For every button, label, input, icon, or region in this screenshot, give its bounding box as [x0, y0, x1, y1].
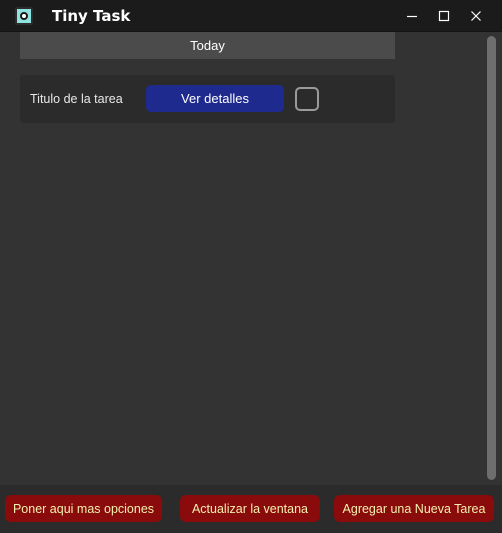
refresh-window-button[interactable]: Actualizar la ventana: [180, 495, 320, 522]
maximize-icon: [438, 10, 450, 22]
maximize-button[interactable]: [428, 0, 460, 32]
add-task-button[interactable]: Agregar una Nueva Tarea: [334, 495, 494, 522]
more-options-button[interactable]: Poner aqui mas opciones: [5, 495, 162, 522]
action-bar: Poner aqui mas opciones Actualizar la ve…: [0, 485, 502, 533]
scrollbar-thumb[interactable]: [487, 36, 496, 480]
vertical-scrollbar[interactable]: [485, 32, 498, 484]
view-details-button[interactable]: Ver detalles: [146, 85, 284, 112]
task-complete-checkbox[interactable]: [295, 87, 319, 111]
title-bar: Tiny Task: [0, 0, 502, 32]
task-card: Titulo de la tarea Ver detalles: [20, 75, 395, 123]
close-button[interactable]: [460, 0, 492, 32]
minimize-icon: [407, 15, 417, 18]
app-window: Tiny Task Today Titulo de la tarea Ver d…: [0, 0, 502, 533]
day-header: Today: [20, 32, 395, 59]
window-title: Tiny Task: [52, 7, 131, 25]
task-title: Titulo de la tarea: [30, 92, 123, 106]
app-icon-glyph: [20, 12, 28, 20]
minimize-button[interactable]: [396, 0, 428, 32]
app-icon: [15, 7, 33, 25]
close-icon: [471, 11, 481, 21]
